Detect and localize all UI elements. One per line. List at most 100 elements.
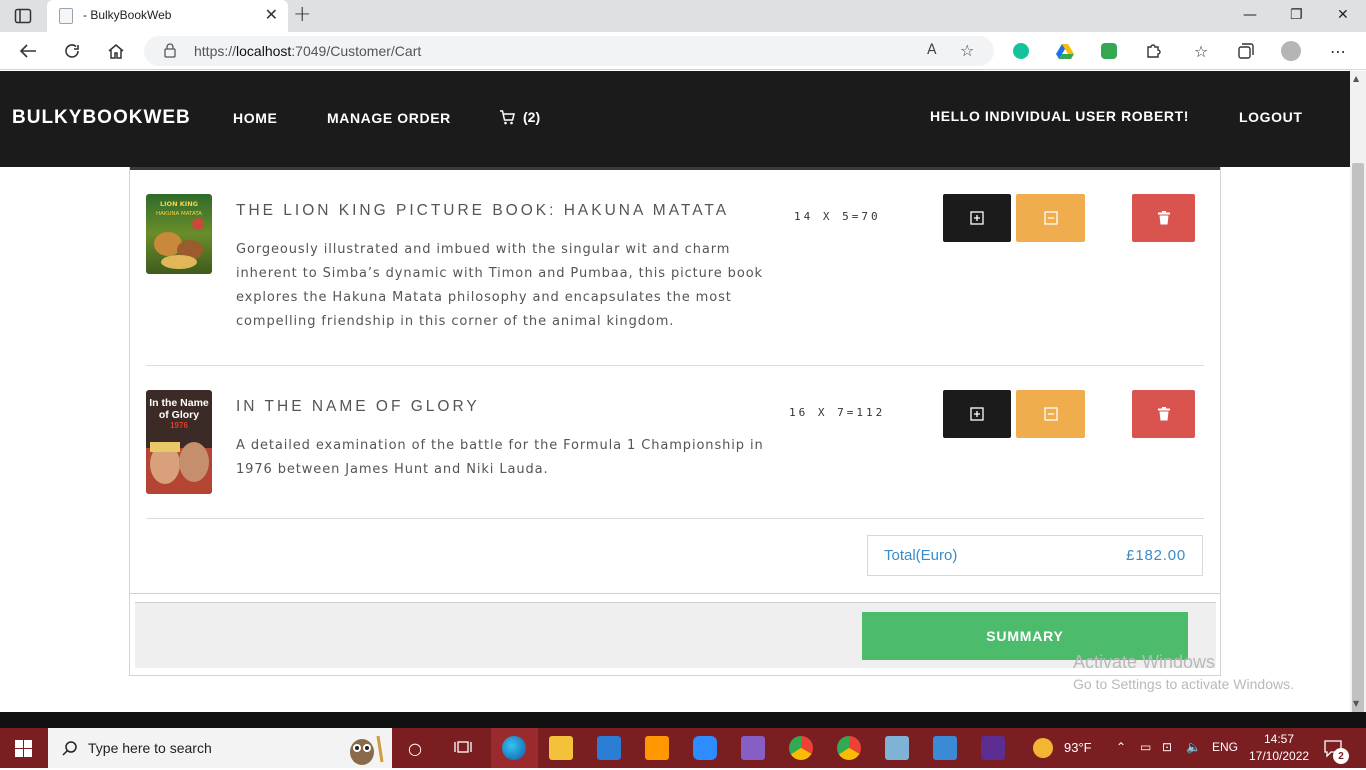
- item-divider: [146, 518, 1204, 519]
- drive-extension-icon[interactable]: [1055, 41, 1075, 61]
- search-highlight-owl-icon: [338, 732, 388, 770]
- quantity-price-text: 16 X 7=112: [789, 406, 886, 419]
- minus-square-icon: [1043, 407, 1058, 421]
- cart-card: LION KING HAKUNA MATATA THE LION KING PI…: [129, 167, 1221, 676]
- plus-square-icon: [970, 211, 984, 225]
- scroll-down-icon[interactable]: ▼: [1353, 699, 1359, 708]
- notepad-icon[interactable]: [885, 736, 909, 760]
- extensions-puzzle-icon[interactable]: [1143, 41, 1163, 61]
- add-favorite-icon[interactable]: ☆: [960, 41, 974, 60]
- photos-icon[interactable]: [933, 736, 957, 760]
- remove-item-button[interactable]: [1132, 194, 1195, 242]
- favorites-icon[interactable]: ☆: [1191, 41, 1211, 61]
- zoom-icon[interactable]: [693, 736, 717, 760]
- cover-title-line-1: In the Name: [149, 397, 209, 409]
- new-tab-button[interactable]: +: [293, 3, 311, 27]
- address-bar[interactable]: https://localhost:7049/Customer/Cart A ☆: [144, 36, 994, 66]
- cover-title-line-2: of Glory: [159, 409, 199, 421]
- url-text: https://localhost:7049/Customer/Cart: [194, 43, 422, 59]
- network-icon[interactable]: ▭: [1140, 740, 1151, 754]
- watermark-subtitle: Go to Settings to activate Windows.: [1073, 676, 1294, 692]
- edge-taskbar-active[interactable]: [491, 728, 538, 768]
- task-view-icon[interactable]: [454, 739, 472, 759]
- language-indicator[interactable]: ENG: [1212, 740, 1238, 754]
- increase-quantity-button[interactable]: [943, 390, 1011, 438]
- cart-total-box: Total(Euro) £182.00: [867, 535, 1203, 576]
- cortana-icon[interactable]: ○: [408, 739, 422, 758]
- collections-icon[interactable]: [1236, 41, 1256, 61]
- search-icon: [62, 741, 77, 756]
- edge-browser-icon: [502, 736, 526, 760]
- increase-quantity-button[interactable]: [943, 194, 1011, 242]
- book-cover-image[interactable]: In the Name of Glory 1976: [146, 390, 212, 494]
- remove-item-button[interactable]: [1132, 390, 1195, 438]
- watermark-title: Activate Windows: [1073, 652, 1216, 672]
- restore-button[interactable]: ❐: [1290, 6, 1303, 24]
- read-aloud-icon[interactable]: A: [927, 42, 937, 58]
- back-arrow-icon[interactable]: [18, 41, 38, 61]
- book-title: THE LION KING PICTURE BOOK: HAKUNA MATAT…: [236, 202, 730, 219]
- sublime-text-icon[interactable]: [645, 736, 669, 760]
- terminal-icon[interactable]: [981, 736, 1005, 760]
- minus-square-icon: [1043, 211, 1058, 225]
- refresh-icon[interactable]: [62, 41, 82, 61]
- scrollbar-thumb[interactable]: [1352, 163, 1364, 743]
- card-footer: SUMMARY: [130, 593, 1220, 676]
- book-description: Gorgeously illustrated and imbued with t…: [236, 242, 763, 329]
- home-icon[interactable]: [106, 41, 126, 61]
- cart-item: LION KING HAKUNA MATATA THE LION KING PI…: [146, 194, 1206, 344]
- chrome-icon[interactable]: [789, 736, 813, 760]
- file-explorer-icon[interactable]: [549, 736, 573, 760]
- minimize-button[interactable]: —: [1243, 6, 1257, 24]
- page-favicon-icon: [59, 8, 73, 24]
- quantity-price-text: 14 X 5=70: [794, 210, 881, 223]
- grammarly-extension-icon[interactable]: [1011, 41, 1031, 61]
- visual-studio-icon[interactable]: [741, 736, 765, 760]
- browser-tab-strip: - BulkyBookWeb ✕ + — ❐ ✕: [0, 0, 1366, 32]
- item-divider: [146, 365, 1204, 366]
- scroll-up-icon[interactable]: ▲: [1353, 74, 1359, 83]
- more-menu-icon[interactable]: ⋯: [1328, 41, 1348, 61]
- nav-manage-order-link[interactable]: MANAGE ORDER: [327, 110, 451, 126]
- browser-tab[interactable]: - BulkyBookWeb ✕: [47, 0, 288, 32]
- taskbar-search-box[interactable]: Type here to search: [48, 728, 392, 768]
- close-window-button[interactable]: ✕: [1337, 6, 1349, 24]
- card-header-bar: [130, 167, 1220, 170]
- decrease-quantity-button[interactable]: [1016, 390, 1085, 438]
- page-scrollbar[interactable]: ▲ ▼: [1350, 71, 1366, 743]
- chrome-profile-icon[interactable]: [837, 736, 861, 760]
- site-navbar: BULKYBOOKWEB HOME MANAGE ORDER (2) HELLO…: [0, 71, 1350, 167]
- cover-year: 1976: [170, 421, 188, 430]
- book-cover-image[interactable]: LION KING HAKUNA MATATA: [146, 194, 212, 274]
- mail-icon[interactable]: [597, 736, 621, 760]
- trash-icon: [1157, 407, 1170, 421]
- total-value: £182.00: [1126, 547, 1186, 564]
- clock-date[interactable]: 17/10/2022: [1249, 749, 1309, 763]
- brand-logo[interactable]: BULKYBOOKWEB: [12, 107, 191, 129]
- bot-extension-icon[interactable]: [1099, 41, 1119, 61]
- volume-icon[interactable]: 🔈: [1186, 740, 1201, 754]
- clock-time[interactable]: 14:57: [1264, 732, 1294, 746]
- windows-start-icon[interactable]: [15, 740, 32, 761]
- tab-title: - BulkyBookWeb: [83, 8, 172, 22]
- trash-icon: [1157, 211, 1170, 225]
- svg-text:LION KING: LION KING: [160, 200, 198, 208]
- search-placeholder: Type here to search: [88, 740, 212, 756]
- lock-icon: [164, 43, 176, 58]
- card-footer-inner: SUMMARY: [135, 602, 1216, 668]
- nav-logout-link[interactable]: LOGOUT: [1239, 109, 1302, 125]
- tab-actions-icon[interactable]: [14, 7, 32, 25]
- profile-avatar-icon[interactable]: [1281, 41, 1301, 61]
- tab-close-icon[interactable]: ✕: [265, 6, 278, 24]
- weather-temperature[interactable]: 93°F: [1064, 740, 1092, 755]
- cart-count: (2): [523, 109, 541, 125]
- display-icon[interactable]: ⊡: [1162, 740, 1172, 754]
- weather-icon[interactable]: [1033, 738, 1053, 758]
- user-greeting[interactable]: HELLO INDIVIDUAL USER ROBERT!: [930, 108, 1189, 124]
- nav-cart-link[interactable]: (2): [499, 109, 540, 125]
- nav-home-link[interactable]: HOME: [233, 110, 277, 126]
- browser-toolbar: https://localhost:7049/Customer/Cart A ☆…: [0, 32, 1366, 70]
- decrease-quantity-button[interactable]: [1016, 194, 1085, 242]
- tray-overflow-icon[interactable]: ⌃: [1116, 740, 1126, 754]
- plus-square-icon: [970, 407, 984, 421]
